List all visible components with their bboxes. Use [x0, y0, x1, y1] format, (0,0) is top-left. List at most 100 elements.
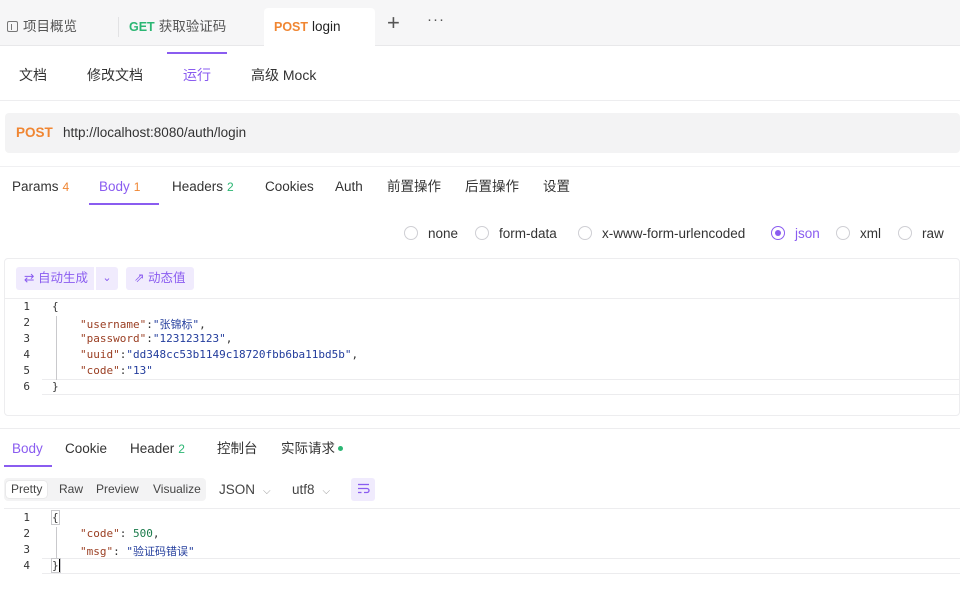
tab-edit-docs[interactable]: 修改文档 — [87, 46, 143, 101]
radio-circle[interactable] — [771, 226, 785, 240]
current-line-highlight — [42, 379, 960, 395]
count-badge: 2 — [178, 442, 185, 456]
radio-circle[interactable] — [578, 226, 592, 240]
code-line: { — [51, 510, 60, 525]
line-number: 3 — [23, 332, 30, 345]
request-param-tabs: Params 4 Body 1 Headers 2 Cookies Auth 前置操作… — [0, 166, 960, 206]
tab-actual-request[interactable]: 实际请求 — [281, 429, 343, 469]
tab-settings[interactable]: 设置 — [543, 167, 570, 207]
radio-form-data[interactable]: form-data — [475, 225, 557, 243]
tab-label: login — [312, 19, 341, 34]
radio-circle[interactable] — [836, 226, 850, 240]
code-line: "password":"123123123", — [80, 332, 233, 345]
line-number: 6 — [23, 380, 30, 393]
format-value: JSON — [219, 482, 256, 497]
url-input[interactable]: http://localhost:8080/auth/login — [63, 113, 246, 153]
radio-label: form-data — [499, 226, 557, 241]
request-tab-bar: 项目概览 GET 获取验证码 POST login + ··· — [0, 0, 960, 46]
line-number: 1 — [23, 511, 30, 524]
radio-circle[interactable] — [898, 226, 912, 240]
tab-run[interactable]: 运行 — [183, 46, 211, 101]
view-visualize[interactable]: Visualize — [148, 481, 206, 498]
response-tabs: Body Cookie Header 2 控制台 实际请求 — [0, 428, 960, 468]
radio-raw[interactable]: raw — [898, 225, 944, 243]
code-line: "code": 500, — [80, 527, 160, 540]
radio-label: x-www-form-urlencoded — [602, 226, 746, 241]
view-mode-switch: Pretty Raw Preview Visualize — [4, 478, 206, 501]
view-raw[interactable]: Raw — [54, 481, 88, 498]
line-number: 3 — [23, 543, 30, 556]
chevron-down-icon[interactable]: ⌄ — [96, 267, 118, 290]
count-badge: 4 — [62, 180, 70, 194]
code-line: "uuid":"dd348cc53b1149c18720fbb6ba11bd5b… — [80, 348, 359, 361]
code-line: "code":"13" — [80, 364, 153, 377]
code-line: "msg": "验证码错误" — [80, 545, 195, 558]
add-tab-icon[interactable]: + — [387, 12, 400, 34]
tab-label: Params — [12, 179, 59, 194]
indent-guide — [56, 316, 57, 380]
radio-circle[interactable] — [475, 226, 489, 240]
tab-response-body[interactable]: Body — [12, 429, 43, 469]
format-select[interactable]: JSON ⌵ — [219, 481, 271, 500]
active-tab-indicator — [167, 52, 227, 54]
radio-x-www-form-urlencoded[interactable]: x-www-form-urlencoded — [578, 225, 745, 243]
code-line: } — [51, 558, 61, 573]
method-badge: POST — [274, 20, 309, 34]
tab-response-header[interactable]: Header 2 — [130, 429, 185, 469]
more-icon[interactable]: ··· — [427, 11, 445, 28]
line-number: 4 — [23, 348, 30, 361]
radio-label: raw — [922, 226, 944, 241]
tab-docs[interactable]: 文档 — [19, 46, 47, 101]
tab-post-login[interactable]: POST login — [264, 8, 375, 46]
chevron-down-icon: ⌵ — [322, 486, 331, 497]
overview-icon — [7, 21, 18, 32]
active-tab-indicator — [4, 465, 52, 467]
count-badge: 1 — [133, 180, 141, 194]
radio-label: json — [795, 226, 820, 241]
tab-console[interactable]: 控制台 — [217, 429, 258, 469]
encoding-select[interactable]: utf8 ⌵ — [292, 481, 330, 500]
radio-json[interactable]: json — [771, 225, 820, 243]
radio-none[interactable]: none — [404, 225, 458, 243]
method-badge: GET — [129, 20, 155, 34]
view-preview[interactable]: Preview — [91, 481, 144, 498]
code-line: { — [52, 300, 59, 313]
tab-post-ops[interactable]: 后置操作 — [465, 167, 519, 207]
url-bar[interactable]: POST http://localhost:8080/auth/login — [5, 113, 960, 153]
tab-label: 实际请求 — [281, 441, 335, 456]
code-line: } — [52, 380, 59, 393]
tab-label: Headers — [172, 179, 224, 194]
view-pretty[interactable]: Pretty — [6, 481, 48, 498]
tab-headers[interactable]: Headers 2 — [172, 167, 234, 207]
chevron-down-icon: ⌵ — [263, 486, 271, 497]
tab-cookies[interactable]: Cookies — [265, 167, 314, 207]
tab-advanced-mock[interactable]: 高级 Mock — [251, 46, 316, 101]
encoding-value: utf8 — [292, 482, 315, 497]
divider — [4, 298, 960, 299]
tab-divider — [118, 17, 119, 37]
tab-params[interactable]: Params 4 — [12, 167, 69, 207]
line-number: 2 — [23, 527, 30, 540]
divider — [4, 508, 960, 509]
auto-generate-button[interactable]: ⇄ 自动生成 — [16, 267, 94, 290]
wrap-lines-icon — [357, 483, 370, 494]
active-tab-indicator — [89, 203, 159, 205]
mode-tabs: 文档 修改文档 运行 高级 Mock — [0, 46, 960, 101]
tab-response-cookie[interactable]: Cookie — [65, 429, 107, 469]
radio-label: xml — [860, 226, 881, 241]
current-line-highlight — [42, 558, 960, 574]
radio-xml[interactable]: xml — [836, 225, 881, 243]
word-wrap-icon[interactable] — [351, 478, 375, 501]
tab-get-captcha[interactable]: GET 获取验证码 — [129, 8, 226, 46]
tab-auth[interactable]: Auth — [335, 167, 363, 207]
tab-project-overview[interactable]: 项目概览 — [7, 8, 77, 46]
request-method[interactable]: POST — [16, 113, 53, 153]
indent-guide — [56, 527, 57, 559]
tab-pre-ops[interactable]: 前置操作 — [387, 167, 441, 207]
tab-label: Header — [130, 441, 175, 456]
count-badge: 2 — [227, 180, 234, 194]
tab-body[interactable]: Body 1 — [99, 167, 140, 207]
dynamic-value-button[interactable]: ⇗ 动态值 — [126, 267, 194, 290]
radio-circle[interactable] — [404, 226, 418, 240]
line-number: 1 — [23, 300, 30, 313]
